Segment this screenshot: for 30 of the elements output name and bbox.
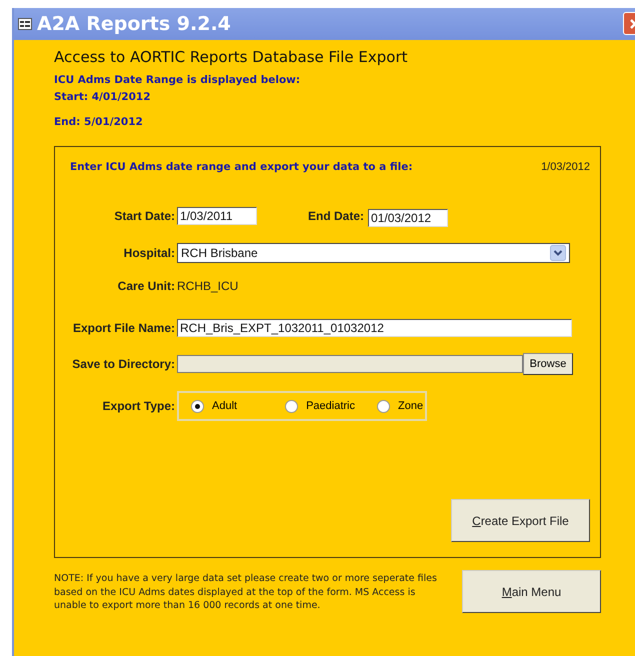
radio-button[interactable]	[191, 400, 204, 412]
field-label: Start Date:	[113, 209, 176, 223]
field-label: Care Unit:	[116, 279, 176, 293]
main-menu-button[interactable]: Main Menu	[462, 570, 601, 613]
care-unit-value: RCHB_ICU	[177, 279, 238, 293]
radio-button[interactable]	[377, 400, 390, 412]
range-start: Start: 4/01/2012	[54, 91, 152, 103]
field-label: Hospital:	[122, 246, 176, 260]
field-label: Export Type:	[102, 399, 176, 413]
range-end: End: 5/01/2012	[54, 116, 144, 128]
radio-option[interactable]: Paediatric	[285, 400, 355, 412]
create-export-file-button[interactable]: Create Export File	[451, 499, 590, 542]
note-text: NOTE: If you have a very large data set please create two or more seperate files based on the ICU Adms dates displayed at the top of the form. MS Access is unable to export more than 16 000 records at one time.	[54, 572, 438, 613]
radio-button[interactable]	[285, 400, 298, 412]
form-icon	[18, 18, 32, 30]
field-label: Export File Name:	[72, 321, 176, 335]
hospital-dropdown[interactable]: RCH Brisbane	[177, 243, 570, 263]
browse-button[interactable]: Browse	[523, 353, 573, 375]
range-heading: ICU Adms Date Range is displayed below:	[54, 74, 302, 86]
current-date: 1/03/2012	[541, 161, 590, 173]
instruction-text: Enter ICU Adms date range and export your data to a file:	[70, 161, 413, 173]
field-label: End Date:	[308, 209, 364, 223]
start-date-field[interactable]: 1/03/2011	[177, 207, 257, 225]
export-file-name-field[interactable]: RCH_Bris_EXPT_1032011_01032012	[177, 319, 572, 337]
radio-option[interactable]: Adult	[191, 400, 238, 412]
field-label: Save to Directory:	[71, 357, 176, 371]
window-title: A2A Reports 9.2.4	[37, 13, 231, 35]
end-date-field[interactable]: 01/03/2012	[368, 209, 448, 227]
form-title: Access to AORTIC Reports Database File Export	[54, 48, 409, 66]
radio-option[interactable]: Zone	[377, 400, 424, 412]
